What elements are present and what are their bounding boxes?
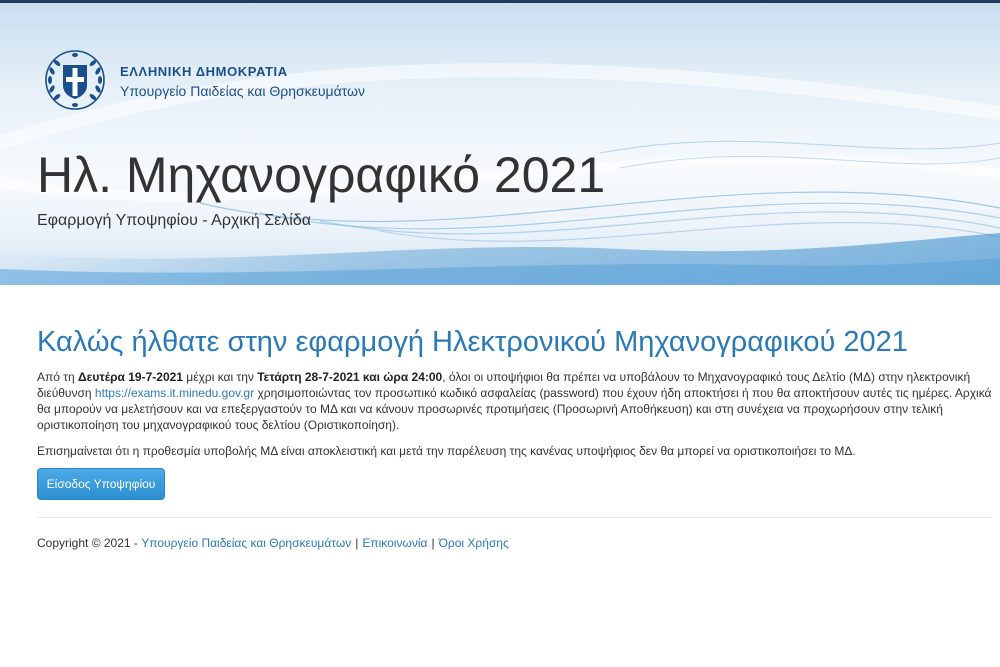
footer-separator: | (431, 536, 435, 550)
intro-text: Από τη (37, 370, 79, 384)
banner-waves (0, 63, 1000, 285)
page-subtitle: Εφαρμογή Υποψηφίου - Αρχική Σελίδα (37, 212, 311, 229)
start-date: Δευτέρα 19-7-2021 (78, 370, 183, 384)
footer-terms-link[interactable]: Όροι Χρήσης (439, 536, 509, 550)
header-banner: ΕΛΛΗΝΙΚΗ ΔΗΜΟΚΡΑΤΙΑ Υπουργείο Παιδείας κ… (0, 3, 1000, 285)
end-date: Τετάρτη 28-7-2021 και ώρα 24:00 (257, 370, 443, 384)
footer: Copyright © 2021 - Υπουργείο Παιδείας κα… (37, 536, 509, 550)
footer-ministry-link[interactable]: Υπουργείο Παιδείας και Θρησκευμάτων (141, 536, 351, 550)
copyright-text: Copyright © 2021 - (37, 536, 138, 550)
intro-text: μέχρι και την (182, 370, 258, 384)
exams-link[interactable]: https://exams.it.minedu.gov.gr (95, 386, 254, 400)
footer-separator: | (355, 536, 359, 550)
org-name: ΕΛΛΗΝΙΚΗ ΔΗΜΟΚΡΑΤΙΑ (120, 64, 288, 79)
greek-coat-of-arms-icon (44, 49, 106, 111)
deadline-notice: Επισημαίνεται ότι η προθεσμία υποβολής Μ… (37, 444, 856, 458)
ministry-name: Υπουργείο Παιδείας και Θρησκευμάτων (120, 83, 365, 99)
page-title: Ηλ. Μηχανογραφικό 2021 (37, 147, 606, 203)
candidate-login-button[interactable]: Είσοδος Υποψηφίου (37, 468, 165, 500)
organization-block: ΕΛΛΗΝΙΚΗ ΔΗΜΟΚΡΑΤΙΑ Υπουργείο Παιδείας κ… (120, 64, 365, 100)
intro-paragraph: Από τη Δευτέρα 19-7-2021 μέχρι και την Τ… (37, 369, 992, 433)
footer-divider (37, 517, 992, 518)
welcome-heading: Καλώς ήλθατε στην εφαρμογή Ηλεκτρονικού … (37, 326, 908, 358)
main-content: Καλώς ήλθατε στην εφαρμογή Ηλεκτρονικού … (37, 322, 992, 500)
footer-contact-link[interactable]: Επικοινωνία (362, 536, 427, 550)
